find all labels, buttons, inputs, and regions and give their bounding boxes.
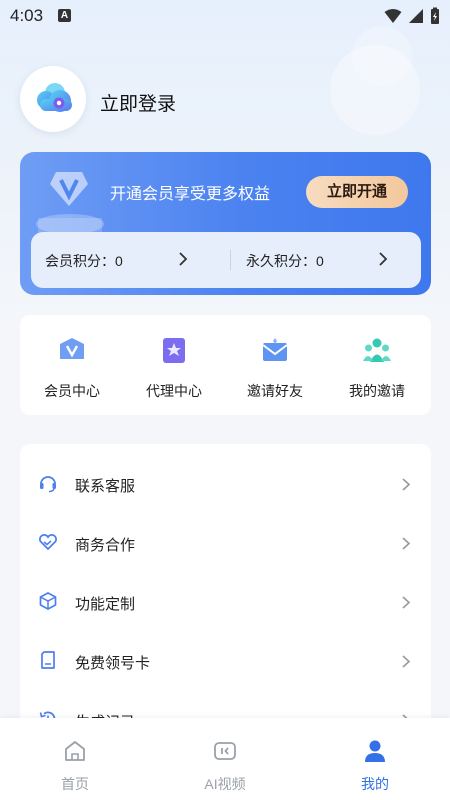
bottom-nav: 首页 AI视频 我的 — [0, 718, 450, 800]
chevron-right-icon[interactable] — [177, 251, 189, 267]
divider — [230, 250, 231, 270]
profile-icon — [365, 740, 385, 762]
nav-label: AI视频 — [204, 776, 246, 792]
nav-label: 首页 — [61, 776, 89, 792]
invite-friends-icon — [262, 338, 288, 361]
menu-item-label: 联系客服 — [75, 478, 136, 495]
chevron-right-icon — [402, 655, 411, 668]
battery-icon — [431, 7, 439, 24]
headset-icon — [40, 476, 56, 493]
vip-badge-icon — [36, 172, 104, 234]
quick-action-invite-friends[interactable]: 邀请好友 — [225, 335, 325, 401]
cube-icon — [39, 592, 57, 610]
handshake-heart-icon — [39, 534, 57, 551]
chevron-right-icon — [402, 537, 411, 550]
quick-action-label: 我的邀请 — [349, 383, 405, 399]
menu-item-label: 商务合作 — [75, 537, 136, 554]
home-icon — [65, 741, 85, 761]
wifi-icon — [384, 9, 402, 23]
sim-card-icon — [41, 651, 55, 669]
agent-center-icon — [163, 338, 185, 363]
vip-promo-text: 开通会员享受更多权益 — [110, 186, 271, 203]
avatar[interactable] — [20, 66, 86, 132]
login-link[interactable]: 立即登录 — [100, 89, 176, 116]
points-bar: 会员积分：0 永久积分：0 — [31, 232, 421, 288]
quick-action-label: 代理中心 — [146, 383, 202, 399]
menu-item-custom-features[interactable]: 功能定制 — [20, 567, 431, 626]
quick-action-member-center[interactable]: 会员中心 — [22, 335, 122, 401]
nav-profile[interactable]: 我的 — [325, 738, 425, 794]
member-points[interactable]: 会员积分：0 — [45, 251, 123, 271]
notification-badge: A — [58, 9, 71, 22]
ai-video-icon — [214, 742, 236, 760]
vip-card[interactable]: 开通会员享受更多权益 立即开通 会员积分：0 永久积分：0 — [20, 152, 431, 295]
settings-menu: 联系客服 商务合作 功能定制 免费领号卡 生成记录 — [20, 444, 431, 744]
status-bar: 4:03 A — [0, 0, 450, 32]
status-icons — [384, 7, 440, 25]
open-vip-button[interactable]: 立即开通 — [306, 176, 408, 208]
cloud-avatar-icon — [37, 83, 72, 112]
menu-item-label: 功能定制 — [75, 596, 136, 613]
nav-ai-video[interactable]: AI视频 — [175, 738, 275, 794]
nav-label: 我的 — [361, 776, 389, 792]
menu-item-business-cooperation[interactable]: 商务合作 — [20, 508, 431, 567]
menu-item-label: 免费领号卡 — [75, 655, 151, 672]
status-time: 4:03 — [10, 6, 44, 25]
menu-item-free-sim-card[interactable]: 免费领号卡 — [20, 626, 431, 685]
signal-icon — [409, 9, 423, 23]
chevron-right-icon[interactable] — [377, 251, 389, 267]
menu-item-contact-support[interactable]: 联系客服 — [20, 449, 431, 508]
quick-action-my-invitations[interactable]: 我的邀请 — [327, 335, 427, 401]
member-center-icon — [60, 338, 84, 359]
chevron-right-icon — [402, 596, 411, 609]
chevron-right-icon — [402, 478, 411, 491]
permanent-points[interactable]: 永久积分：0 — [246, 251, 324, 271]
nav-home[interactable]: 首页 — [25, 738, 125, 794]
quick-action-agent-center[interactable]: 代理中心 — [124, 335, 224, 401]
my-invitations-icon — [363, 338, 391, 362]
quick-action-label: 邀请好友 — [247, 383, 303, 399]
quick-action-label: 会员中心 — [44, 383, 100, 399]
decorative-bubble — [352, 26, 412, 86]
quick-actions: 会员中心 代理中心 邀请好友 我的邀请 — [20, 315, 431, 415]
